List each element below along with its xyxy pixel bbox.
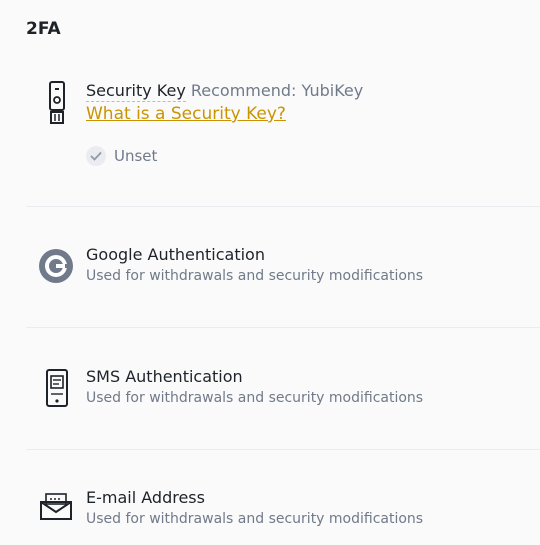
page-title: 2FA xyxy=(26,19,61,39)
security-key-title: Security Key xyxy=(86,81,186,102)
google-authenticator-icon xyxy=(39,249,73,283)
divider xyxy=(26,206,540,207)
status-text: Unset xyxy=(114,147,158,165)
sms-auth-subtitle: Used for withdrawals and security modifi… xyxy=(86,390,424,406)
google-auth-title: Google Authentication xyxy=(86,245,265,264)
sms-phone-icon xyxy=(46,369,68,407)
security-key-icon xyxy=(49,81,65,124)
divider xyxy=(26,327,540,328)
email-envelope-icon xyxy=(40,493,72,520)
email-subtitle: Used for withdrawals and security modifi… xyxy=(86,511,424,527)
divider xyxy=(26,449,540,450)
sms-auth-title: SMS Authentication xyxy=(86,367,243,386)
google-auth-subtitle: Used for withdrawals and security modifi… xyxy=(86,268,424,284)
security-key-status: Unset xyxy=(86,146,157,166)
email-title: E-mail Address xyxy=(86,488,205,507)
what-is-security-key-link[interactable]: What is a Security Key? xyxy=(86,104,286,124)
check-icon xyxy=(86,146,106,166)
security-key-recommend: Recommend: YubiKey xyxy=(190,81,364,100)
